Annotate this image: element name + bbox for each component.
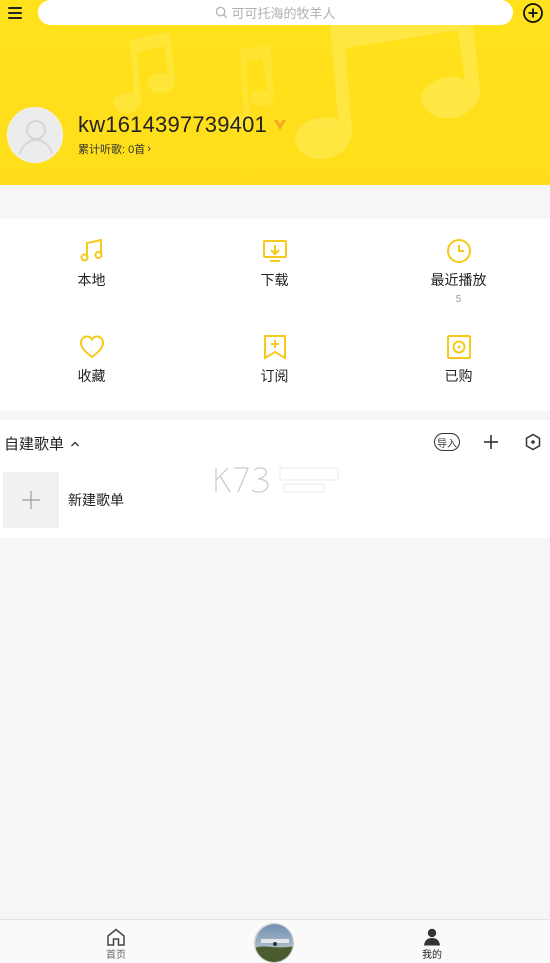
playlist-title: 自建歌单 (4, 436, 65, 453)
grid-item-download[interactable]: 下载 (183, 237, 366, 333)
plus-icon[interactable] (482, 433, 500, 451)
grid-label: 收藏 (77, 368, 106, 384)
username: kw1614397739401 (78, 112, 267, 137)
nav-label: 我的 (422, 950, 442, 961)
profile-header: 可可托海的牧羊人 kw1614397739401 累计听歌: 0首 › (0, 0, 550, 185)
bottom-nav: 首页 我的 (0, 919, 550, 963)
grid-label: 最近播放 (430, 272, 487, 288)
settings-hex-icon[interactable] (524, 433, 542, 451)
bookmark-plus-icon (263, 335, 286, 360)
add-circle-icon[interactable] (522, 2, 544, 24)
import-button[interactable]: 导入 (434, 433, 460, 451)
top-bar: 可可托海的牧羊人 (0, 0, 550, 26)
search-icon (216, 6, 228, 19)
grid-item-subscribe[interactable]: 订阅 (183, 333, 366, 429)
download-icon (262, 240, 287, 262)
recent-count: 5 (455, 294, 462, 305)
grid-label: 已购 (444, 368, 473, 384)
import-label: 导入 (437, 438, 457, 450)
search-placeholder: 可可托海的牧羊人 (231, 6, 336, 21)
chevron-up-icon (71, 441, 80, 446)
grid-item-favorites[interactable]: 收藏 (0, 333, 183, 429)
home-icon (107, 928, 125, 946)
grid-label: 订阅 (260, 368, 289, 384)
chevron-right-icon: › (147, 143, 151, 155)
purchased-icon (446, 335, 471, 359)
grid-item-purchased[interactable]: 已购 (367, 333, 550, 429)
playlist-section: 自建歌单 导入 新建歌单 (0, 420, 550, 538)
new-playlist-label[interactable]: 新建歌单 (68, 490, 124, 510)
grid-label: 下载 (260, 272, 289, 288)
search-input[interactable]: 可可托海的牧羊人 (38, 0, 513, 25)
nav-mine[interactable]: 我的 (412, 928, 452, 961)
album-cover-icon (255, 924, 293, 962)
listen-label: 累计听歌: (78, 144, 126, 156)
music-note-decoration (113, 0, 480, 160)
plus-icon (22, 491, 40, 509)
default-avatar-icon (8, 108, 62, 162)
clock-icon (446, 239, 471, 263)
nav-label: 首页 (106, 950, 126, 961)
new-playlist-button[interactable] (3, 472, 59, 528)
music-note-icon (80, 238, 102, 262)
person-icon (424, 928, 440, 946)
username-row[interactable]: kw1614397739401 (78, 112, 287, 138)
avatar[interactable] (7, 107, 63, 163)
now-playing-disc[interactable] (254, 923, 294, 963)
grid-label: 本地 (77, 272, 106, 288)
listen-count: 0首 (128, 144, 146, 156)
vip-badge-icon (273, 120, 286, 130)
grid-item-recent[interactable]: 最近播放 5 (367, 237, 550, 333)
library-grid: 本地 下载 最近播放 5 收藏 订阅 已购 (0, 219, 550, 411)
heart-icon (79, 335, 104, 359)
nav-home[interactable]: 首页 (96, 928, 136, 961)
playlist-header-toggle[interactable]: 自建歌单 (4, 433, 80, 454)
listen-count-link[interactable]: 累计听歌: 0首 › (78, 141, 151, 157)
grid-item-local[interactable]: 本地 (0, 237, 183, 333)
menu-icon[interactable] (6, 3, 26, 23)
